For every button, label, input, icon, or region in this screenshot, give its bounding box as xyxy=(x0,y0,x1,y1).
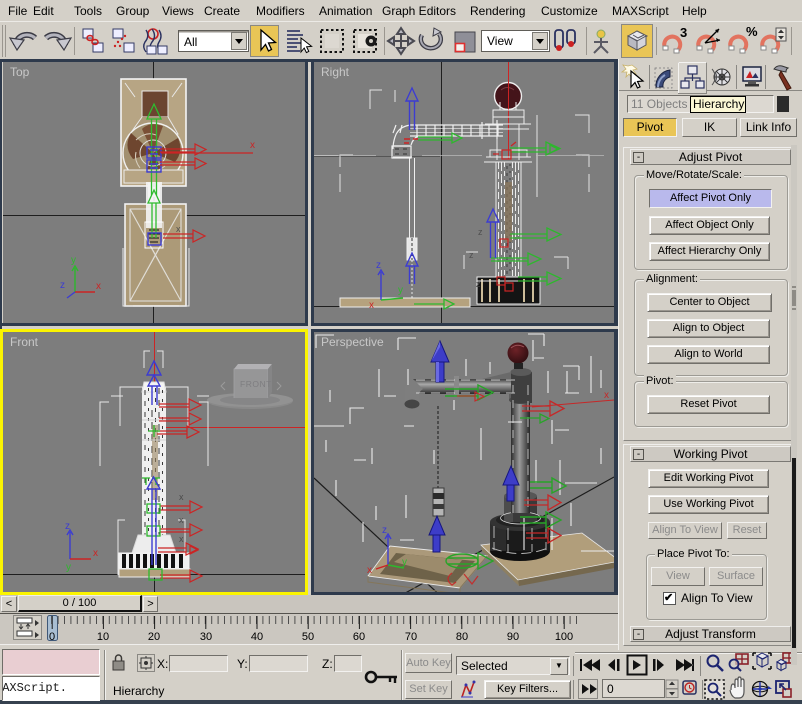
svg-text:30: 30 xyxy=(200,631,212,643)
svg-text:y: y xyxy=(71,255,76,266)
svg-text:y: y xyxy=(66,562,71,573)
svg-text:20: 20 xyxy=(148,631,160,643)
svg-text:40: 40 xyxy=(251,631,263,643)
svg-text:60: 60 xyxy=(353,631,365,643)
svg-text:x: x xyxy=(179,492,184,502)
svg-text:z: z xyxy=(469,250,474,260)
svg-text:0: 0 xyxy=(49,631,55,643)
svg-text:0: 0 xyxy=(607,682,614,696)
svg-text:z: z xyxy=(478,227,483,237)
svg-text:x: x xyxy=(93,548,98,559)
svg-text:3: 3 xyxy=(680,25,687,40)
svg-text:z: z xyxy=(376,260,381,271)
svg-text:x: x xyxy=(604,390,609,401)
svg-text:70: 70 xyxy=(405,631,417,643)
svg-text:y: y xyxy=(398,285,403,296)
svg-text:z: z xyxy=(60,280,65,291)
svg-text:90: 90 xyxy=(507,631,519,643)
svg-text:100: 100 xyxy=(555,631,573,643)
svg-text:All: All xyxy=(184,35,197,49)
svg-text:View: View xyxy=(487,34,513,48)
svg-text:x: x xyxy=(176,224,181,234)
svg-text:80: 80 xyxy=(456,631,468,643)
svg-text:x: x xyxy=(369,300,374,311)
svg-text:%: % xyxy=(746,24,758,39)
svg-text:z: z xyxy=(476,279,481,289)
svg-text:x: x xyxy=(96,281,101,292)
svg-text:x: x xyxy=(179,534,184,544)
svg-text:FRONT: FRONT xyxy=(240,379,272,389)
svg-text:10: 10 xyxy=(97,631,109,643)
svg-text:y: y xyxy=(402,557,407,568)
svg-text:x: x xyxy=(250,140,255,151)
svg-text:x: x xyxy=(367,565,372,576)
svg-text:50: 50 xyxy=(302,631,314,643)
svg-text:x: x xyxy=(179,515,184,525)
svg-text:z: z xyxy=(65,521,70,532)
svg-text:z: z xyxy=(382,525,387,536)
